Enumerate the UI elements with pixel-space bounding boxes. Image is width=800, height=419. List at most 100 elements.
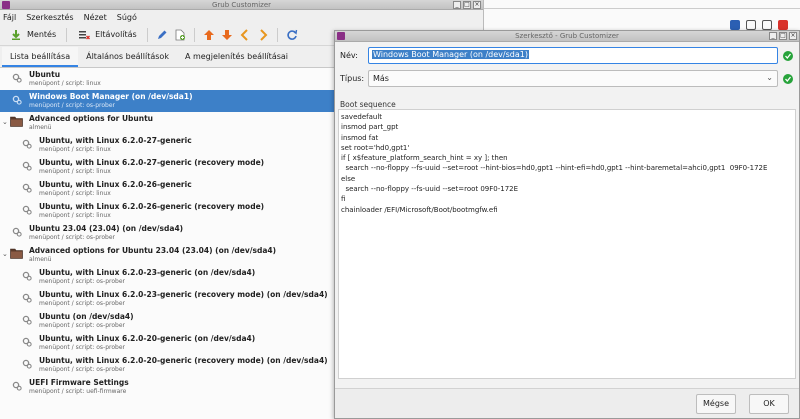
entry-subtitle: menüpont / script: linux — [39, 168, 111, 175]
background-star-icon[interactable] — [746, 20, 756, 30]
boot-sequence-line: chainloader /EFI/Microsoft/Boot/bootmgfw… — [341, 205, 498, 214]
gear-script-icon — [22, 271, 32, 281]
entry-name: Advanced options for Ubuntu 23.04 (23.04… — [29, 246, 277, 255]
background-divider — [484, 8, 800, 9]
submenu-folder-icon — [10, 115, 23, 127]
background-bookmark-icon[interactable] — [762, 20, 772, 30]
chevron-down-icon: ⌄ — [766, 73, 773, 82]
gear-script-icon — [22, 161, 32, 171]
tab-appearance-settings[interactable]: A megjelenítés beállításai — [177, 47, 296, 67]
boot-sequence-line: search --no-floppy --fs-uuid --set=root … — [341, 185, 519, 194]
boot-sequence-line: insmod part_gpt — [341, 123, 399, 132]
dialog-minimize-button[interactable]: _ — [769, 32, 777, 40]
edit-pencil-icon[interactable] — [155, 28, 169, 42]
boot-sequence-line: search --no-floppy --fs-uuid --set=root … — [341, 164, 768, 173]
cancel-button[interactable]: Mégse — [696, 394, 736, 414]
name-field[interactable]: Windows Boot Manager (on /dev/sda1) — [368, 47, 778, 64]
menu-file[interactable]: Fájl — [3, 13, 16, 22]
entry-subtitle: almenü — [29, 124, 52, 131]
entry-name: Ubuntu 23.04 (23.04) (on /dev/sda4) — [29, 224, 184, 233]
type-select-value: Más — [373, 74, 389, 83]
entry-subtitle: menüpont / script: os-prober — [39, 322, 126, 329]
gear-script-icon — [12, 95, 22, 105]
gear-script-icon — [22, 183, 32, 193]
menubar: Fájl Szerkesztés Nézet Súgó — [0, 10, 483, 24]
menu-edit[interactable]: Szerkesztés — [26, 13, 73, 22]
type-select[interactable]: Más ⌄ — [368, 70, 778, 87]
boot-sequence-line: savedefault — [341, 113, 383, 121]
menu-view[interactable]: Nézet — [84, 13, 107, 22]
save-button[interactable]: Mentés — [6, 26, 59, 44]
save-button-label: Mentés — [27, 30, 57, 39]
save-icon — [9, 28, 23, 42]
entry-name: Ubuntu — [29, 70, 61, 79]
entry-subtitle: menüpont / script: uefi-firmware — [29, 388, 127, 395]
minimize-button[interactable]: _ — [453, 1, 461, 9]
move-right-icon[interactable] — [256, 28, 270, 42]
entry-name: UEFI Firmware Settings — [29, 378, 129, 387]
name-label: Név: — [340, 51, 358, 60]
dialog-title: Szerkesztő - Grub Customizer — [515, 32, 619, 40]
entry-subtitle: menüpont / script: linux — [39, 190, 111, 197]
expander-chevron-icon[interactable]: ⌄ — [2, 118, 8, 126]
boot-sequence-editor[interactable]: savedefault insmod part_gpt insmod fat set … — [338, 109, 796, 379]
dialog-maximize-button[interactable]: □ — [779, 32, 787, 40]
toolbar-separator — [146, 27, 148, 42]
gear-script-icon — [22, 139, 32, 149]
entry-subtitle: menüpont / script: os-prober — [39, 366, 126, 373]
submenu-folder-icon — [10, 247, 23, 259]
gear-script-icon — [22, 293, 32, 303]
move-down-icon[interactable] — [220, 28, 234, 42]
entry-subtitle: menüpont / script: linux — [39, 212, 111, 219]
dialog-titlebar: Szerkesztő - Grub Customizer _ □ × — [335, 31, 799, 42]
toolbar-separator — [276, 27, 278, 42]
entry-subtitle: menüpont / script: os-prober — [29, 234, 116, 241]
gear-script-icon — [12, 73, 22, 83]
gear-script-icon — [22, 337, 32, 347]
entry-name: Windows Boot Manager (on /dev/sda1) — [29, 92, 193, 101]
dialog-close-button[interactable]: × — [789, 32, 797, 40]
background-toolbar — [484, 0, 800, 34]
background-account-icon[interactable] — [778, 20, 788, 30]
ok-button[interactable]: OK — [749, 394, 789, 414]
remove-button-label: Eltávolítás — [95, 30, 137, 39]
gear-script-icon — [12, 381, 22, 391]
tab-list-settings[interactable]: Lista beállítása — [2, 47, 79, 67]
type-valid-check-icon — [783, 74, 793, 84]
remove-button[interactable]: Eltávolítás — [74, 26, 140, 44]
toolbar-separator — [66, 27, 68, 42]
entry-subtitle: menüpont / script: os-prober — [39, 278, 126, 285]
entry-name: Ubuntu, with Linux 6.2.0-20-generic (rec… — [39, 356, 328, 365]
entry-subtitle: menüpont / script: linux — [39, 146, 111, 153]
remove-list-icon — [77, 28, 91, 42]
entry-name: Ubuntu, with Linux 6.2.0-20-generic (on … — [39, 334, 256, 343]
gear-script-icon — [22, 359, 32, 369]
move-up-icon[interactable] — [202, 28, 216, 42]
entry-name: Ubuntu, with Linux 6.2.0-26-generic (rec… — [39, 202, 265, 211]
dialog-footer: Mégse OK — [335, 388, 799, 418]
expander-chevron-icon[interactable]: ⌄ — [2, 250, 8, 258]
gear-script-icon — [12, 227, 22, 237]
main-window-title: Grub Customizer — [211, 1, 272, 9]
gear-script-icon — [22, 205, 32, 215]
entry-name: Ubuntu, with Linux 6.2.0-27-generic (rec… — [39, 158, 265, 167]
move-left-icon[interactable] — [238, 28, 252, 42]
entry-subtitle: menüpont / script: os-prober — [29, 102, 116, 109]
entry-name: Ubuntu, with Linux 6.2.0-26-generic — [39, 180, 192, 189]
entry-name: Ubuntu (on /dev/sda4) — [39, 312, 134, 321]
entry-subtitle: almenü — [29, 256, 52, 263]
main-titlebar: Grub Customizer _ □ × — [0, 0, 483, 10]
boot-sequence-line: insmod fat — [341, 133, 379, 142]
type-label: Típus: — [340, 74, 365, 83]
tab-general-settings[interactable]: Általános beállítások — [78, 47, 177, 67]
maximize-button[interactable]: □ — [463, 1, 471, 9]
new-entry-icon[interactable] — [173, 28, 187, 42]
background-extension-icon[interactable] — [730, 20, 740, 30]
close-button[interactable]: × — [473, 1, 481, 9]
boot-sequence-line: set root='hd0,gpt1' — [341, 143, 410, 152]
entry-name: Advanced options for Ubuntu — [29, 114, 154, 123]
refresh-icon[interactable] — [285, 28, 299, 42]
menu-help[interactable]: Súgó — [117, 13, 137, 22]
entry-name: Ubuntu, with Linux 6.2.0-23-generic (on … — [39, 268, 256, 277]
entry-subtitle: menüpont / script: os-prober — [39, 300, 126, 307]
